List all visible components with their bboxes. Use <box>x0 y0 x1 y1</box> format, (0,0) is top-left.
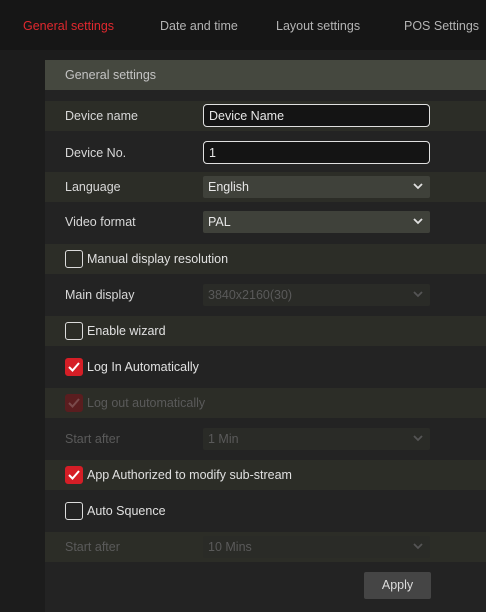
apply-button[interactable]: Apply <box>364 572 431 599</box>
row-language: Language English <box>45 172 486 202</box>
log-out-automatically-checkbox <box>65 394 83 412</box>
device-name-label: Device name <box>65 109 138 123</box>
sequence-start-after-select: 10 Mins <box>203 536 430 558</box>
row-device-no: Device No. <box>45 138 486 168</box>
tab-bar: General settings Date and time Layout se… <box>0 0 486 50</box>
enable-wizard-checkbox[interactable] <box>65 322 83 340</box>
device-no-input[interactable] <box>203 141 430 164</box>
log-out-automatically-label: Log out automatically <box>87 396 206 410</box>
main-display-value: 3840x2160(30) <box>208 288 293 302</box>
chevron-down-icon <box>413 183 423 190</box>
chevron-down-icon <box>413 291 423 298</box>
language-select[interactable]: English <box>203 176 430 198</box>
main-display-label: Main display <box>65 288 135 302</box>
checkmark-icon <box>68 470 80 480</box>
log-in-automatically-checkbox[interactable] <box>65 358 83 376</box>
manual-display-resolution-label: Manual display resolution <box>87 252 229 266</box>
language-label: Language <box>65 180 121 194</box>
app-authorized-label: App Authorized to modify sub-stream <box>87 468 292 482</box>
video-format-value: PAL <box>208 215 231 229</box>
main-display-select: 3840x2160(30) <box>203 284 430 306</box>
row-manual-display-resolution: Manual display resolution <box>45 244 486 274</box>
row-sequence-start-after: Start after 10 Mins <box>45 532 486 562</box>
checkmark-icon <box>68 362 80 372</box>
row-device-name: Device name <box>45 101 486 131</box>
tab-layout-settings[interactable]: Layout settings <box>276 19 360 33</box>
logout-start-after-select: 1 Min <box>203 428 430 450</box>
section-header: General settings <box>45 60 486 90</box>
row-main-display: Main display 3840x2160(30) <box>45 280 486 310</box>
tab-pos-settings[interactable]: POS Settings <box>404 19 479 33</box>
language-value: English <box>208 180 249 194</box>
auto-sequence-label: Auto Squence <box>87 504 166 518</box>
chevron-down-icon <box>413 543 423 550</box>
row-logout-start-after: Start after 1 Min <box>45 424 486 454</box>
chevron-down-icon <box>413 218 423 225</box>
logout-start-after-value: 1 Min <box>208 432 239 446</box>
row-app-authorized: App Authorized to modify sub-stream <box>45 460 486 490</box>
video-format-select[interactable]: PAL <box>203 211 430 233</box>
tab-general-settings[interactable]: General settings <box>23 19 114 33</box>
auto-sequence-checkbox[interactable] <box>65 502 83 520</box>
enable-wizard-label: Enable wizard <box>87 324 166 338</box>
device-no-label: Device No. <box>65 146 127 160</box>
video-format-label: Video format <box>65 215 136 229</box>
chevron-down-icon <box>413 435 423 442</box>
log-in-automatically-label: Log In Automatically <box>87 360 199 374</box>
app-authorized-checkbox[interactable] <box>65 466 83 484</box>
sequence-start-after-label: Start after <box>65 540 120 554</box>
section-title: General settings <box>65 68 157 82</box>
row-auto-sequence: Auto Squence <box>45 496 486 526</box>
sequence-start-after-value: 10 Mins <box>208 540 252 554</box>
row-video-format: Video format PAL <box>45 207 486 237</box>
row-log-in-automatically: Log In Automatically <box>45 352 486 382</box>
tab-date-and-time[interactable]: Date and time <box>160 19 238 33</box>
logout-start-after-label: Start after <box>65 432 120 446</box>
row-enable-wizard: Enable wizard <box>45 316 486 346</box>
manual-display-resolution-checkbox[interactable] <box>65 250 83 268</box>
row-log-out-automatically: Log out automatically <box>45 388 486 418</box>
device-name-input[interactable] <box>203 104 430 127</box>
checkmark-icon <box>68 398 80 408</box>
